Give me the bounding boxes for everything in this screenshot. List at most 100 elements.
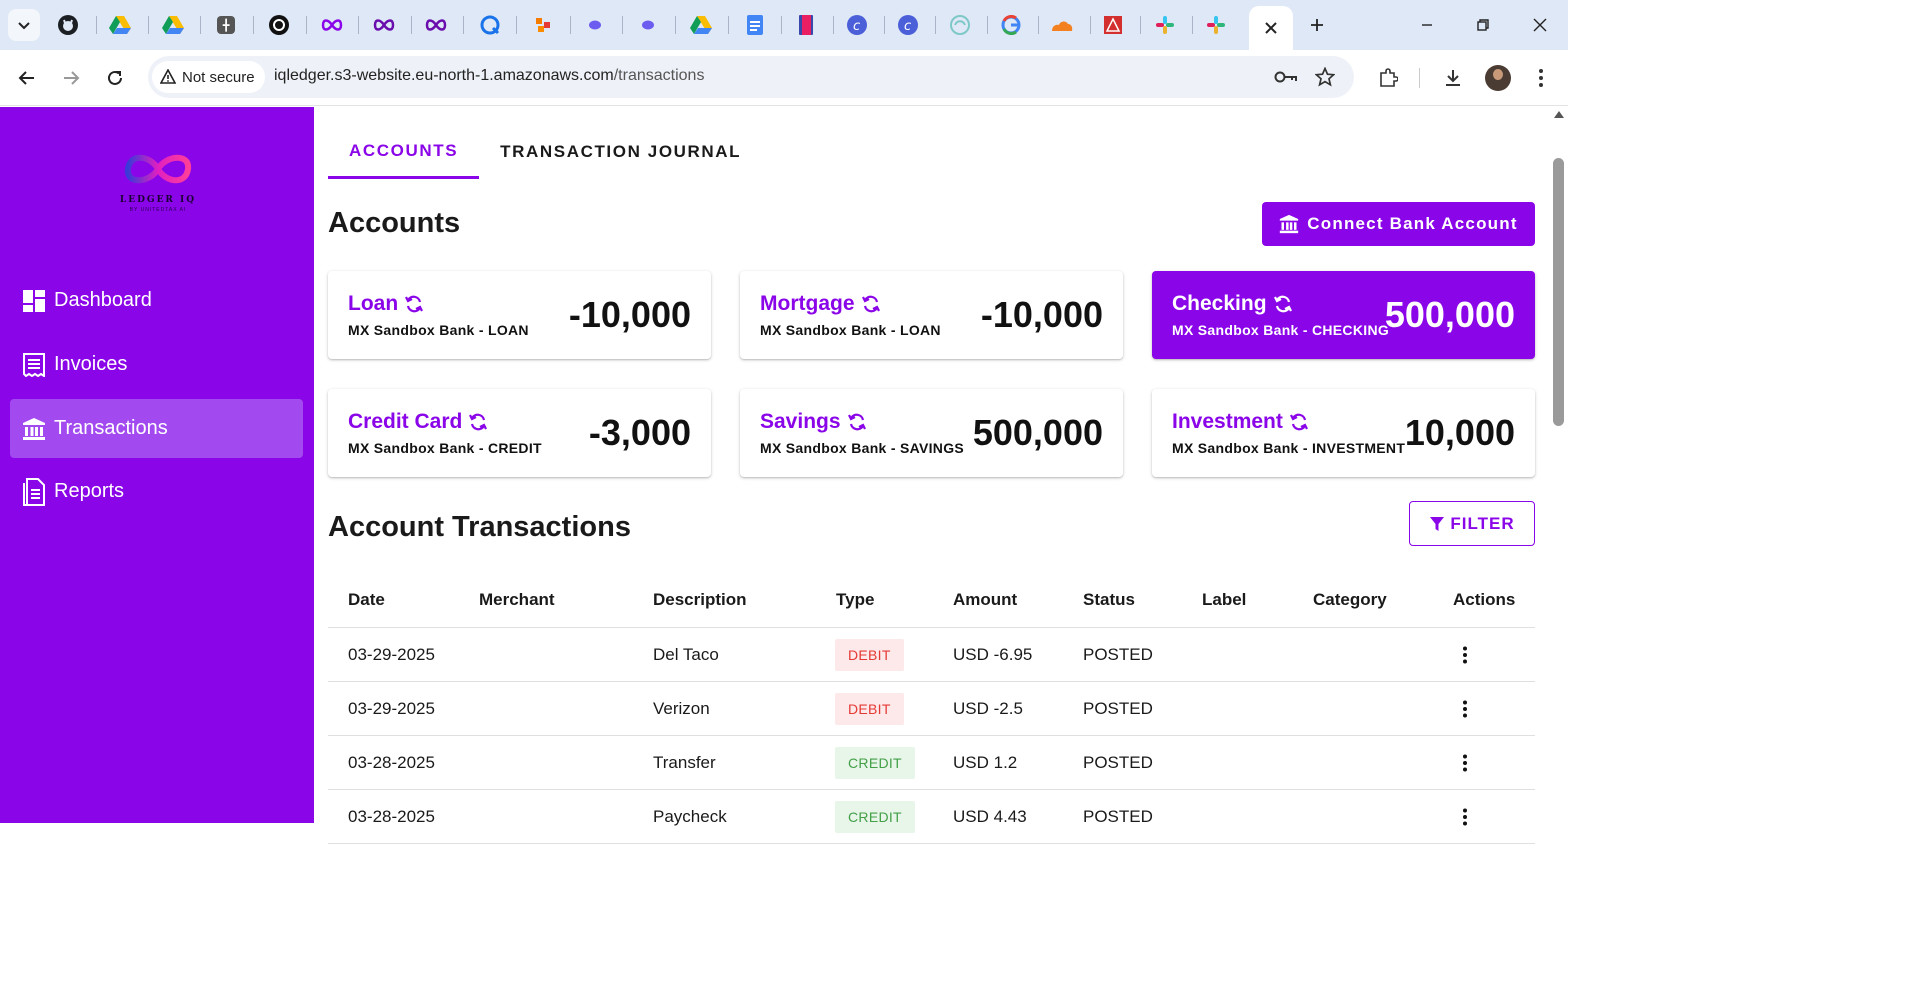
reload-button[interactable]: [101, 64, 129, 92]
column-header-merchant[interactable]: Merchant: [479, 590, 555, 610]
active-tab[interactable]: [1249, 6, 1293, 50]
cell-date: 03-28-2025: [348, 753, 435, 772]
cell-description: Paycheck: [653, 807, 727, 826]
canva-tab-icon[interactable]: c: [896, 13, 920, 37]
account-card-investment[interactable]: Investment MX Sandbox Bank - INVESTMENT …: [1152, 389, 1535, 477]
google-drive-tab-icon[interactable]: [108, 13, 132, 37]
bookmark-star-icon[interactable]: [1313, 65, 1337, 89]
tab-separator: [1038, 16, 1039, 34]
app-tab-icon[interactable]: [531, 13, 555, 37]
toolbar-divider: [1419, 68, 1420, 88]
scroll-up-icon[interactable]: [1554, 111, 1564, 118]
table-row[interactable]: 03-29-2025 Del Taco DEBIT USD -6.95 POST…: [328, 628, 1535, 682]
cell-description: Transfer: [653, 753, 716, 772]
downloads-button[interactable]: [1439, 64, 1467, 92]
sidebar-item-label: Dashboard: [54, 289, 152, 311]
browser-menu-button[interactable]: [1527, 64, 1555, 92]
google-tab-icon[interactable]: [999, 13, 1023, 37]
sidebar-item-reports[interactable]: Reports: [10, 462, 303, 521]
column-header-status[interactable]: Status: [1083, 590, 1135, 610]
github-tab-icon[interactable]: [56, 13, 80, 37]
tab-separator: [675, 16, 676, 34]
new-tab-button[interactable]: [1305, 13, 1329, 37]
security-chip[interactable]: Not secure: [152, 61, 265, 93]
google-drive-tab-icon[interactable]: [161, 13, 185, 37]
sync-icon[interactable]: [1273, 294, 1293, 314]
dot-tab-icon[interactable]: [636, 13, 660, 37]
document-icon: [22, 477, 46, 506]
account-card-savings[interactable]: Savings MX Sandbox Bank - SAVINGS 500,00…: [740, 389, 1123, 477]
openai-tab-icon[interactable]: [267, 13, 291, 37]
extensions-button[interactable]: [1374, 64, 1402, 92]
google-docs-tab-icon[interactable]: [743, 13, 767, 37]
page-scrollbar[interactable]: [1550, 107, 1568, 823]
slack-tab-icon[interactable]: [1153, 13, 1177, 37]
account-card-checking[interactable]: Checking MX Sandbox Bank - CHECKING 500,…: [1152, 271, 1535, 359]
search-tab-icon[interactable]: [478, 13, 502, 37]
scrollbar-thumb[interactable]: [1553, 158, 1564, 426]
account-balance: -10,000: [568, 294, 691, 335]
cloudflare-tab-icon[interactable]: [1050, 13, 1074, 37]
account-balance: 10,000: [1404, 412, 1515, 453]
account-card-mortgage[interactable]: Mortgage MX Sandbox Bank - LOAN -10,000: [740, 271, 1123, 359]
account-name: Credit Card: [348, 410, 463, 433]
filter-button[interactable]: FILTER: [1409, 501, 1535, 546]
row-actions-button[interactable]: [1452, 642, 1478, 668]
ledger-iq-logo[interactable]: LEDGER IQ BY UNITEDTAX AI: [112, 145, 204, 217]
sync-icon[interactable]: [847, 412, 867, 432]
row-actions-button[interactable]: [1452, 696, 1478, 722]
column-header-description[interactable]: Description: [653, 590, 747, 610]
close-window-button[interactable]: [1528, 13, 1552, 37]
tab-transaction-journal[interactable]: TRANSACTION JOURNAL: [479, 125, 762, 179]
row-actions-button[interactable]: [1452, 804, 1478, 830]
account-card-credit-card[interactable]: Credit Card MX Sandbox Bank - CREDIT -3,…: [328, 389, 711, 477]
column-header-category[interactable]: Category: [1313, 590, 1387, 610]
tab-search-button[interactable]: [8, 9, 40, 41]
warning-tab-icon[interactable]: [1101, 13, 1125, 37]
row-actions-button[interactable]: [1452, 750, 1478, 776]
column-header-amount[interactable]: Amount: [953, 590, 1017, 610]
column-header-label[interactable]: Label: [1202, 590, 1246, 610]
ledgeriq-tab-icon[interactable]: [372, 13, 396, 37]
account-name: Savings: [760, 410, 841, 433]
canva-tab-icon[interactable]: c: [845, 13, 869, 37]
tab-accounts[interactable]: ACCOUNTS: [328, 125, 480, 179]
connect-bank-account-button[interactable]: Connect Bank Account: [1262, 202, 1535, 246]
profile-avatar[interactable]: [1485, 65, 1511, 91]
notion-tab-icon[interactable]: ╋: [214, 13, 238, 37]
sidebar-item-invoices[interactable]: Invoices: [10, 335, 303, 394]
tab-separator: [570, 16, 571, 34]
sync-icon[interactable]: [1289, 412, 1309, 432]
close-icon[interactable]: [1264, 21, 1278, 35]
slack-tab-icon[interactable]: [1204, 13, 1228, 37]
password-key-icon[interactable]: [1274, 65, 1298, 89]
google-drive-tab-icon[interactable]: [689, 13, 713, 37]
sync-icon[interactable]: [861, 294, 881, 314]
url-domain: iqledger.s3-website.eu-north-1.amazonaws…: [274, 67, 614, 84]
address-bar[interactable]: Not secure iqledger.s3-website.eu-north-…: [148, 56, 1354, 98]
sidebar-item-transactions[interactable]: Transactions: [10, 399, 303, 458]
restore-button[interactable]: [1471, 13, 1495, 37]
forward-button[interactable]: [57, 64, 85, 92]
dot-tab-icon[interactable]: [583, 13, 607, 37]
book-tab-icon[interactable]: [794, 13, 818, 37]
browser-tab-strip: ╋ c c: [0, 0, 1568, 50]
sidebar-item-dashboard[interactable]: Dashboard: [10, 271, 303, 330]
back-button[interactable]: [13, 64, 41, 92]
ledgeriq-tab-icon[interactable]: [320, 13, 344, 37]
column-header-type[interactable]: Type: [836, 590, 874, 610]
url-text[interactable]: iqledger.s3-website.eu-north-1.amazonaws…: [274, 67, 704, 85]
table-row[interactable]: 03-28-2025 Transfer CREDIT USD 1.2 POSTE…: [328, 736, 1535, 790]
tab-separator: [148, 16, 149, 34]
table-row[interactable]: 03-28-2025 Paycheck CREDIT USD 4.43 POST…: [328, 790, 1535, 844]
account-card-loan[interactable]: Loan MX Sandbox Bank - LOAN -10,000: [328, 271, 711, 359]
sync-icon[interactable]: [468, 412, 488, 432]
minimize-button[interactable]: [1415, 13, 1439, 37]
sync-icon[interactable]: [404, 294, 424, 314]
swirl-tab-icon[interactable]: [948, 13, 972, 37]
account-subtitle: MX Sandbox Bank - CHECKING: [1172, 322, 1390, 338]
ledgeriq-tab-icon[interactable]: [424, 13, 448, 37]
tab-separator: [781, 16, 782, 34]
table-row[interactable]: 03-29-2025 Verizon DEBIT USD -2.5 POSTED: [328, 682, 1535, 736]
column-header-date[interactable]: Date: [348, 590, 385, 610]
